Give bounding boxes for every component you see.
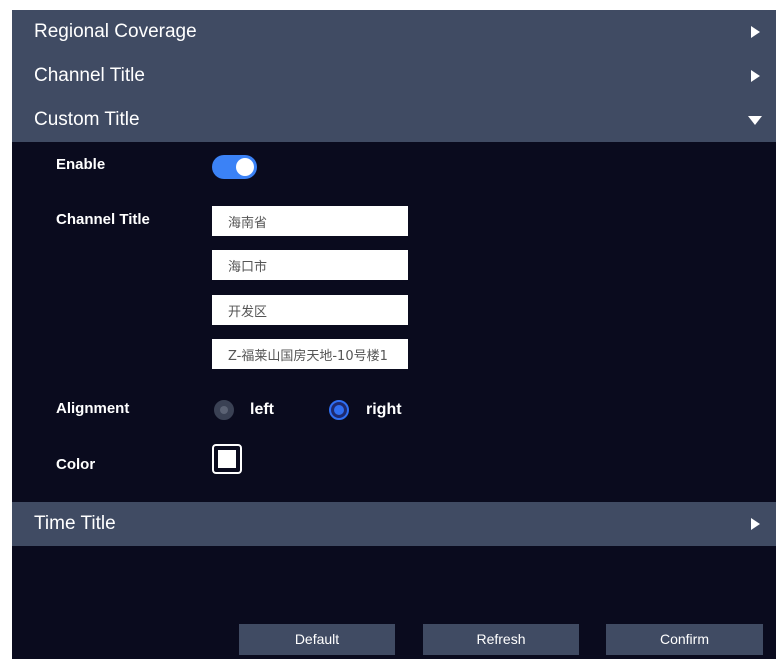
section-header-channel-title[interactable]: Channel Title [12,54,776,98]
alignment-right-radio[interactable] [329,400,349,420]
section-header-regional-coverage[interactable]: Regional Coverage [12,10,776,54]
channel-title-line-1-input[interactable] [212,206,408,236]
expand-arrow-icon [748,10,762,54]
section-title: Channel Title [34,65,145,86]
section-header-time-title[interactable]: Time Title [12,502,776,546]
expand-arrow-icon [748,54,762,98]
expand-arrow-icon [748,502,762,546]
toggle-knob [236,158,254,176]
color-fill [218,450,236,468]
section-title: Time Title [34,513,116,534]
color-picker-swatch[interactable] [212,444,242,474]
settings-panel: Regional Coverage Channel Title Custom T… [12,10,776,659]
default-button[interactable]: Default [239,624,395,655]
collapse-arrow-icon [748,98,762,142]
section-title: Custom Title [34,109,140,130]
section-title: Regional Coverage [34,21,197,42]
refresh-button[interactable]: Refresh [423,624,579,655]
section-header-custom-title[interactable]: Custom Title [12,98,776,142]
alignment-right-label: right [366,401,402,418]
alignment-left-label: left [250,401,274,418]
alignment-left-radio[interactable] [214,400,234,420]
confirm-button[interactable]: Confirm [606,624,763,655]
channel-title-label: Channel Title [56,211,150,228]
channel-title-line-2-input[interactable] [212,250,408,280]
enable-toggle[interactable] [212,155,257,179]
color-label: Color [56,456,96,473]
enable-label: Enable [56,156,106,173]
channel-title-line-4-input[interactable] [212,339,408,369]
alignment-label: Alignment [56,400,130,417]
channel-title-line-3-input[interactable] [212,295,408,325]
